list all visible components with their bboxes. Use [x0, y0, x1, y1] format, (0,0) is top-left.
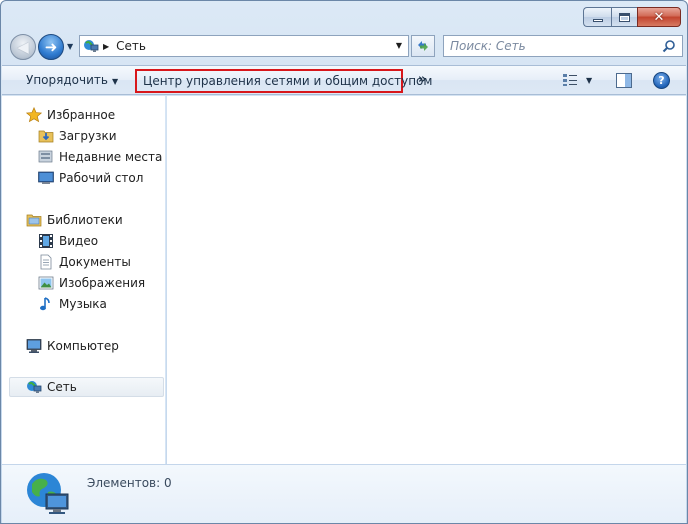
close-icon: ✕ — [653, 9, 665, 25]
help-icon: ? — [658, 74, 665, 87]
command-bar: Упорядочить ▼ Центр управления сетями и о… — [2, 65, 686, 95]
sidebar-item-label: Изображения — [59, 276, 146, 290]
recent-places-icon — [38, 150, 53, 163]
sidebar-item-network[interactable]: Сеть — [9, 377, 164, 397]
chevron-down-icon: ▼ — [111, 77, 119, 86]
sidebar-item-label: Документы — [59, 255, 131, 269]
breadcrumb-separator-icon[interactable]: ▶ — [103, 42, 109, 51]
sidebar-item-label: Видео — [59, 234, 99, 248]
maximize-icon — [619, 12, 630, 22]
explorer-window: ✕ ◀ ➜ ▼ ▶ Сеть ▼ Поиск: Сеть Упорядочить… — [0, 0, 688, 524]
sidebar-item-pictures[interactable]: Изображения — [38, 273, 145, 293]
sidebar-item-documents[interactable]: Документы — [38, 252, 131, 272]
back-button[interactable]: ◀ — [10, 34, 36, 60]
forward-button[interactable]: ➜ — [38, 34, 64, 60]
close-button[interactable]: ✕ — [637, 7, 681, 27]
sidebar-item-desktop[interactable]: Рабочий стол — [38, 168, 143, 188]
network-icon — [84, 40, 99, 52]
sidebar-item-computer[interactable]: Компьютер — [26, 336, 119, 356]
preview-pane-icon — [616, 73, 632, 88]
documents-icon — [40, 254, 52, 270]
search-input[interactable]: Поиск: Сеть — [443, 35, 683, 57]
file-list-pane[interactable] — [167, 96, 686, 464]
items-count: Элементов: 0 — [87, 476, 172, 490]
view-list-icon — [563, 74, 577, 86]
maximize-button[interactable] — [611, 7, 637, 27]
sidebar-item-downloads[interactable]: Загрузки — [38, 126, 117, 146]
chevron-down-icon: ▼ — [586, 75, 593, 85]
breadcrumb-network[interactable]: Сеть — [116, 39, 146, 53]
sidebar-item-music[interactable]: Музыка — [38, 294, 107, 314]
network-sharing-center-label: Центр управления сетями и общим доступом — [143, 74, 433, 88]
change-view-button[interactable]: ▼ — [562, 73, 592, 87]
organize-button[interactable]: Упорядочить ▼ — [26, 73, 118, 87]
more-commands-button[interactable]: » — [418, 72, 426, 87]
refresh-icon — [418, 41, 428, 51]
address-history-dropdown[interactable]: ▼ — [396, 41, 402, 50]
star-icon — [26, 107, 42, 123]
search-icon[interactable] — [662, 39, 676, 53]
network-icon — [27, 381, 42, 393]
sidebar-item-video[interactable]: Видео — [38, 231, 98, 251]
search-placeholder: Поиск: Сеть — [450, 39, 526, 53]
refresh-button[interactable] — [411, 35, 435, 57]
music-icon — [40, 297, 50, 311]
sidebar-item-favorites[interactable]: Избранное — [26, 105, 115, 125]
preview-pane-button[interactable] — [616, 73, 632, 91]
minimize-icon — [592, 19, 603, 22]
sidebar-item-label: Музыка — [59, 297, 107, 311]
organize-label: Упорядочить — [26, 73, 108, 87]
libraries-icon — [26, 214, 42, 227]
navigation-pane[interactable]: Избранное Загрузки Недавние места Рабочи… — [2, 96, 166, 464]
details-pane: Элементов: 0 — [2, 464, 686, 523]
arrow-right-icon: ➜ — [44, 37, 58, 56]
computer-icon — [26, 339, 42, 353]
sidebar-item-label: Рабочий стол — [59, 171, 144, 185]
arrow-left-icon: ◀ — [17, 37, 29, 56]
recent-pages-dropdown[interactable]: ▼ — [67, 42, 76, 52]
downloads-folder-icon — [38, 130, 54, 143]
sidebar-item-label: Сеть — [47, 380, 77, 394]
address-bar[interactable]: ▶ Сеть ▼ — [79, 35, 409, 57]
caption-buttons: ✕ — [583, 7, 681, 27]
desktop-icon — [38, 171, 54, 184]
network-sharing-center-button[interactable]: Центр управления сетями и общим доступом — [135, 69, 432, 93]
sidebar-item-recent-places[interactable]: Недавние места — [38, 147, 162, 167]
help-button[interactable]: ? — [653, 72, 670, 89]
sidebar-item-label: Загрузки — [59, 129, 117, 143]
sidebar-item-libraries[interactable]: Библиотеки — [26, 210, 123, 230]
pictures-icon — [38, 276, 54, 290]
network-globe-icon — [27, 473, 69, 514]
video-icon — [39, 234, 53, 248]
sidebar-item-label: Избранное — [47, 108, 116, 122]
sidebar-item-label: Компьютер — [47, 339, 119, 353]
sidebar-item-label: Недавние места — [59, 150, 163, 164]
minimize-button[interactable] — [583, 7, 611, 27]
sidebar-item-label: Библиотеки — [47, 213, 123, 227]
